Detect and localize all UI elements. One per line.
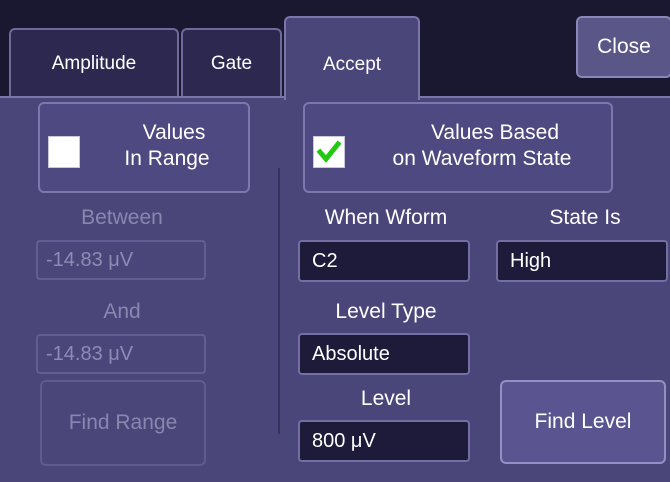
when-wform-field[interactable]: C2 xyxy=(298,240,470,282)
level-type-field[interactable]: Absolute xyxy=(298,333,470,375)
waveform-state-line1: Values Based xyxy=(430,121,560,144)
values-in-range-label: Values In Range xyxy=(92,120,242,172)
state-is-label: State Is xyxy=(549,206,621,229)
waveform-state-line2: on Waveform State xyxy=(392,147,572,170)
level-field[interactable]: 800 μV xyxy=(298,420,470,462)
values-in-range-checkbox[interactable] xyxy=(48,136,80,168)
and-field: -14.83 μV xyxy=(36,334,206,374)
and-value: -14.83 μV xyxy=(46,342,134,365)
close-button-label: Close xyxy=(597,35,651,58)
find-level-button[interactable]: Find Level xyxy=(500,380,666,464)
tab-accept-label: Accept xyxy=(322,54,382,75)
values-in-range-button[interactable]: Values In Range xyxy=(38,102,250,193)
values-in-range-line1: Values xyxy=(142,121,206,144)
find-range-button: Find Range xyxy=(40,380,206,466)
tab-gate[interactable]: Gate xyxy=(181,28,282,98)
level-type-value: Absolute xyxy=(312,342,390,365)
between-field: -14.83 μV xyxy=(36,240,206,280)
tab-accept[interactable]: Accept xyxy=(284,16,420,100)
tab-amplitude[interactable]: Amplitude xyxy=(9,28,179,98)
close-button[interactable]: Close xyxy=(576,16,670,78)
level-value: 800 μV xyxy=(312,429,376,452)
tab-gate-label: Gate xyxy=(210,53,253,74)
between-label: Between xyxy=(81,206,163,229)
find-range-label: Find Range xyxy=(68,411,178,434)
state-is-value: High xyxy=(510,249,552,272)
state-is-field[interactable]: High xyxy=(496,240,668,282)
when-wform-label: When Wform xyxy=(324,206,448,229)
between-value: -14.83 μV xyxy=(46,248,134,271)
column-divider xyxy=(278,168,280,434)
when-wform-value: C2 xyxy=(312,249,338,272)
accept-dialog: Amplitude Gate Accept Close Values In Ra… xyxy=(0,0,670,482)
level-type-label: Level Type xyxy=(335,300,437,323)
values-in-range-line2: In Range xyxy=(124,147,210,170)
values-based-on-waveform-state-button[interactable]: Values Based on Waveform State xyxy=(303,102,613,193)
waveform-state-checkbox[interactable] xyxy=(313,136,345,168)
level-label: Level xyxy=(360,387,412,410)
checkmark-icon xyxy=(316,140,342,163)
waveform-state-label: Values Based on Waveform State xyxy=(357,120,607,172)
and-label: And xyxy=(103,300,141,323)
find-level-label: Find Level xyxy=(534,410,632,433)
tab-amplitude-label: Amplitude xyxy=(51,53,137,74)
